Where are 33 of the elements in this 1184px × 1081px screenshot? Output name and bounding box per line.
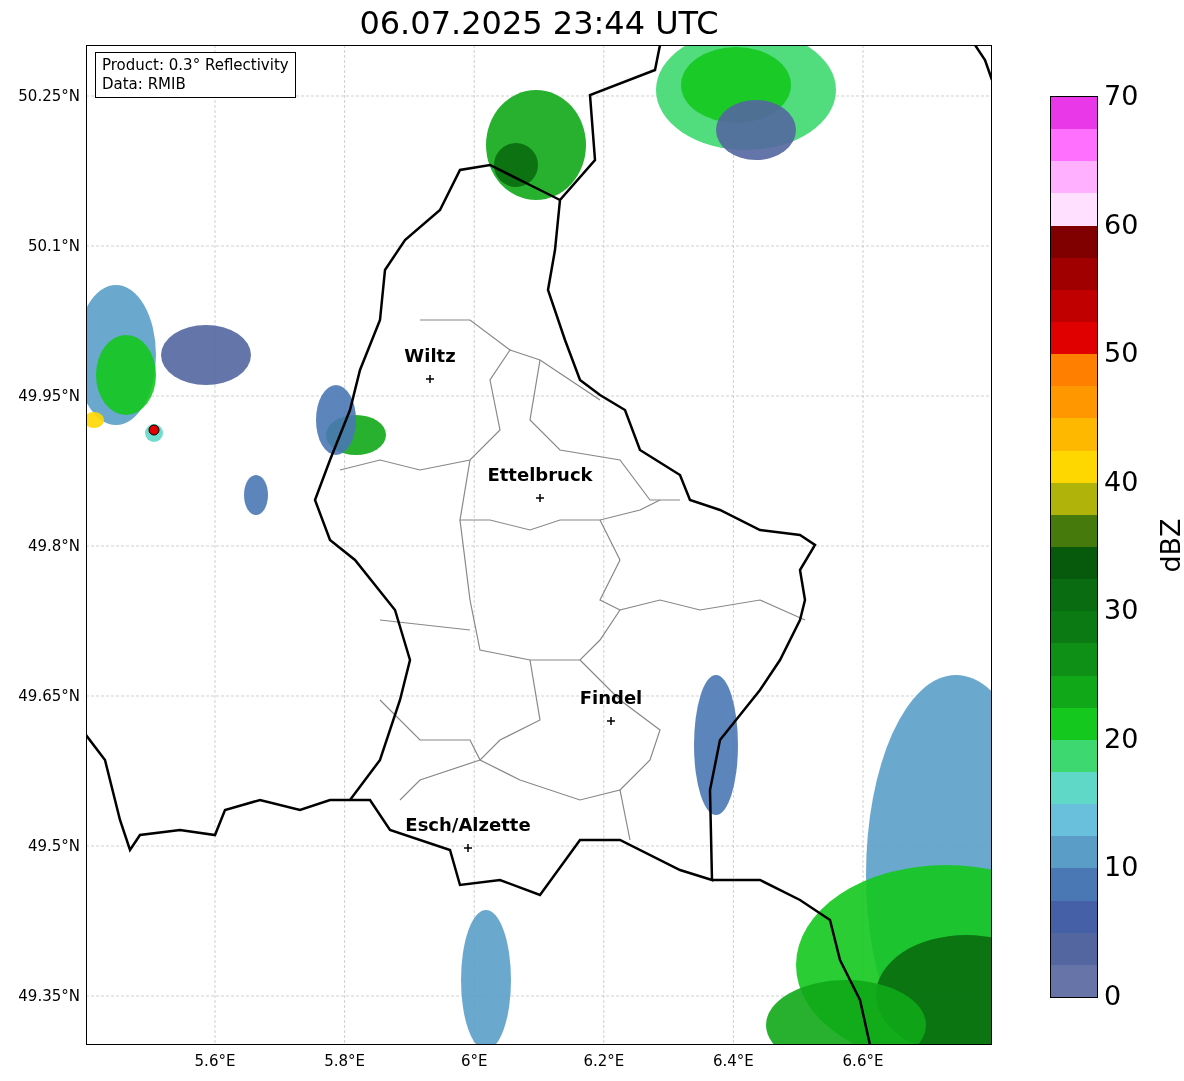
city-label: Findel (579, 687, 643, 708)
info-text: Product: 0.3° Reflectivity (102, 56, 289, 75)
colorbar-tick-label: 50 (1104, 337, 1139, 370)
latitude-label: 49.95°N (17, 387, 80, 405)
longitude-label: 5.6°E (193, 1052, 237, 1070)
colorbar-tick-label: 70 (1104, 80, 1139, 112)
latitude-label: 49.8°N (26, 537, 80, 555)
longitude-label: 6.6°E (841, 1052, 885, 1070)
colorbar-tick-label: 60 (1104, 208, 1139, 241)
latitude-label: 49.35°N (17, 987, 80, 1005)
city-label: Ettelbruck (487, 464, 593, 485)
colorbar-tick-label: 40 (1104, 465, 1139, 498)
latitude-label: 49.5°N (26, 837, 80, 855)
city-label: Esch/Alzette (405, 814, 531, 835)
longitude-label: 6.4°E (711, 1052, 755, 1070)
latitude-label: 50.1°N (26, 237, 80, 255)
chart-title: 06.07.2025 23:44 UTC (358, 4, 720, 42)
colorbar-tick-label: 10 (1104, 851, 1139, 884)
info-text: Data: RMIB (102, 75, 187, 94)
colorbar-tick-label: 20 (1104, 722, 1139, 755)
colorbar-label: dBZ (1154, 517, 1184, 575)
city-marker-icon (607, 717, 615, 725)
colorbar-tick-label: 30 (1104, 594, 1139, 627)
city-marker-icon (426, 375, 434, 383)
colorbar-tick-label: 0 (1104, 980, 1122, 1012)
city-marker-icon (536, 494, 544, 502)
latitude-label: 50.25°N (17, 87, 80, 105)
longitude-label: 6.2°E (582, 1052, 626, 1070)
city-label: Wiltz (404, 345, 456, 366)
city-marker-icon (464, 844, 472, 852)
longitude-label: 5.8°E (323, 1052, 366, 1070)
longitude-label: 6°E (459, 1052, 489, 1070)
latitude-label: 49.65°N (17, 687, 80, 705)
